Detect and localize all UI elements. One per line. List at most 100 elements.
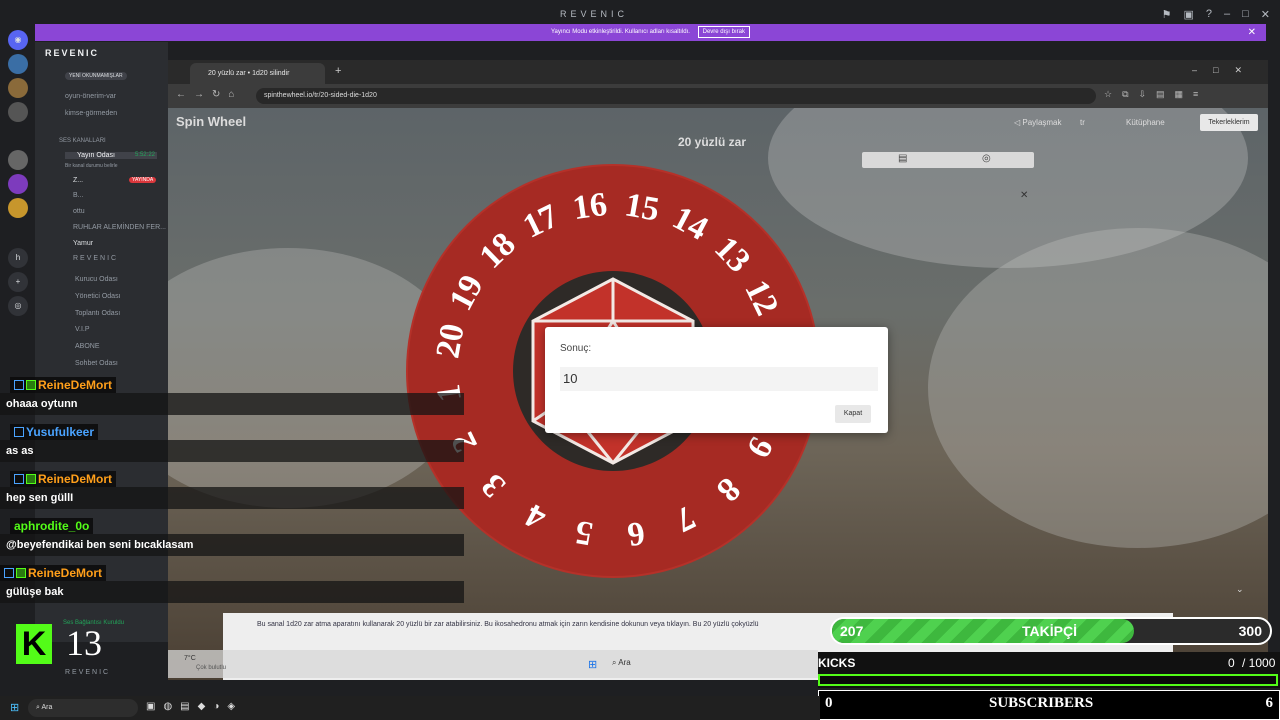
window-controls[interactable]: –□✕ bbox=[1192, 65, 1258, 76]
nav-buttons[interactable]: ←→↻⌂ bbox=[176, 89, 242, 100]
flag-icon[interactable]: ⚑ bbox=[1162, 8, 1172, 21]
streamer-mode-notice: Yayıncı Modu etkinleştirildi. Kullanıcı … bbox=[35, 24, 1266, 41]
minimize-icon[interactable]: – bbox=[1224, 8, 1230, 21]
voice-channel-item[interactable]: Yönetici Odası bbox=[75, 293, 121, 300]
wheel-number: 4 bbox=[519, 495, 552, 537]
wheel-number: 6 bbox=[625, 514, 648, 554]
wheel-number: 7 bbox=[669, 498, 702, 540]
taskbar-search[interactable]: ⌕ Ara bbox=[28, 699, 138, 717]
weather-temp: 7°C bbox=[184, 655, 196, 662]
server-icon[interactable] bbox=[8, 174, 28, 194]
wheel-number: 20 bbox=[428, 321, 472, 362]
description-text: Bu sanal 1d20 zar atma aparatını kullana… bbox=[257, 621, 759, 628]
site-logo[interactable]: Spin Wheel bbox=[176, 114, 246, 129]
server-icon[interactable] bbox=[8, 78, 28, 98]
server-icon[interactable]: h bbox=[8, 248, 28, 268]
close-icon[interactable]: ✕ bbox=[1261, 8, 1270, 21]
wheel-number: 15 bbox=[621, 185, 662, 229]
app-title: REVENIC bbox=[560, 9, 629, 19]
voice-channel-item[interactable]: Sohbet Odası bbox=[75, 360, 118, 367]
wheel-number: 5 bbox=[572, 513, 596, 553]
wheel-number: 2 bbox=[443, 426, 485, 459]
subs-left-value: 0 bbox=[825, 695, 833, 711]
scroll-down-icon[interactable]: ⌄ bbox=[1236, 584, 1244, 595]
page-title: 20 yüzlü zar bbox=[678, 135, 747, 149]
voice-room-active[interactable]: Yayın Odası 5:52:22 bbox=[65, 152, 157, 159]
weather-desc: Çok bulutlu bbox=[196, 665, 227, 671]
notice-close-icon[interactable]: ✕ bbox=[1248, 24, 1256, 41]
server-name[interactable]: REVENIC bbox=[45, 48, 99, 58]
voice-room-status[interactable]: Bir kanal durumu belirle bbox=[65, 163, 118, 169]
inner-search-label: Ara bbox=[618, 658, 631, 667]
server-icon[interactable] bbox=[8, 54, 28, 74]
server-icon[interactable] bbox=[8, 150, 28, 170]
server-icon[interactable] bbox=[8, 198, 28, 218]
voice-member[interactable]: Yamur bbox=[73, 240, 93, 247]
clipboard-icon[interactable]: ▤ bbox=[898, 153, 907, 164]
voice-channels-header[interactable]: SES KANALLARI bbox=[59, 138, 106, 144]
user-panel-name[interactable]: REVENIC bbox=[65, 669, 110, 676]
url-input[interactable]: spinthewheel.io/tr/20-sided-die-1d20 bbox=[256, 88, 1096, 104]
disable-streamer-mode-button[interactable]: Devre dışı bırak bbox=[697, 26, 750, 38]
voice-member[interactable]: ottu bbox=[73, 208, 85, 215]
wheel-toolbar: ▤ ◎ bbox=[862, 152, 1034, 168]
new-unread-badge[interactable]: YENİ OKUNMAMIŞLAR bbox=[65, 72, 127, 80]
share-label: Paylaşmak bbox=[1022, 118, 1062, 127]
windows-taskbar: ⊞ ⌕ Ara ▣◍▤◆◑◈ bbox=[0, 696, 820, 720]
voice-room-timer: 5:52:22 bbox=[134, 152, 155, 158]
voice-channel-item[interactable]: ABONE bbox=[75, 343, 100, 350]
voice-member[interactable]: B... bbox=[73, 192, 84, 199]
tab-bar: 20 yüzlü zar • 1d20 silindir + –□✕ bbox=[168, 60, 1268, 84]
close-panel-icon[interactable]: ✕ bbox=[1020, 190, 1028, 201]
voice-channel-item[interactable]: Toplantı Odası bbox=[75, 310, 120, 317]
library-link[interactable]: Kütüphane bbox=[1126, 118, 1165, 127]
wheel-number: 17 bbox=[517, 197, 564, 246]
voice-connected-status[interactable]: Ses Bağlantısı Kuruldu bbox=[63, 620, 124, 626]
voice-member[interactable]: REVENIC bbox=[73, 255, 118, 262]
add-server-icon[interactable]: + bbox=[8, 272, 28, 292]
server-list: ◉ h + ◎ bbox=[0, 30, 35, 685]
voice-member[interactable]: RUHLAR ALEMİNDEN FER... bbox=[73, 224, 166, 231]
wheel-number: 16 bbox=[570, 185, 610, 227]
browser-window: 20 yüzlü zar • 1d20 silindir + –□✕ ←→↻⌂ … bbox=[168, 60, 1268, 680]
taskbar-app-icons[interactable]: ▣◍▤◆◑◈ bbox=[146, 701, 243, 712]
voice-member[interactable]: Z... bbox=[73, 177, 83, 184]
titlebar-controls: ⚑ ▣ ? – □ ✕ bbox=[1162, 8, 1270, 21]
result-dialog: Sonuç: 10 Kapat bbox=[545, 327, 888, 433]
close-dialog-button[interactable]: Kapat bbox=[835, 405, 871, 423]
browser-tab[interactable]: 20 yüzlü zar • 1d20 silindir bbox=[190, 63, 325, 84]
voice-channel-item[interactable]: V.I.P bbox=[75, 326, 90, 333]
wheel-number: 14 bbox=[666, 199, 715, 249]
result-label: Sonuç: bbox=[560, 343, 592, 354]
wheel-number: 12 bbox=[737, 274, 786, 321]
share-link[interactable]: ◁ Paylaşmak bbox=[1014, 118, 1062, 127]
taskbar-search-label: Ara bbox=[41, 704, 53, 711]
live-badge: YAYINDA bbox=[129, 177, 157, 183]
result-value: 10 bbox=[560, 367, 878, 391]
subs-label: SUBSCRIBERS bbox=[989, 695, 1094, 711]
maximize-icon[interactable]: □ bbox=[1242, 8, 1249, 21]
browser-toolbar-icons[interactable]: ☆⧉⇩▤▦≡ bbox=[1104, 89, 1208, 100]
my-wheels-button[interactable]: Tekerleklerim bbox=[1200, 114, 1258, 131]
address-bar-row: ←→↻⌂ spinthewheel.io/tr/20-sided-die-1d2… bbox=[168, 84, 1268, 108]
discord-home-icon[interactable]: ◉ bbox=[8, 30, 28, 50]
channel-item[interactable]: oyun-önerim-var bbox=[65, 93, 116, 100]
voice-channel-item[interactable]: Kurucu Odası bbox=[75, 276, 118, 283]
explore-icon[interactable]: ◎ bbox=[8, 296, 28, 316]
hide-icon[interactable]: ◎ bbox=[982, 153, 991, 164]
wheel-number: 19 bbox=[442, 268, 492, 316]
server-icon[interactable] bbox=[8, 102, 28, 122]
wheel-number: 1 bbox=[429, 382, 469, 405]
notice-text: Yayıncı Modu etkinleştirildi. Kullanıcı … bbox=[551, 29, 690, 35]
inbox-icon[interactable]: ▣ bbox=[1183, 8, 1193, 21]
windows-start-icon[interactable]: ⊞ bbox=[10, 701, 19, 714]
inner-taskbar: 7°C Çok bulutlu ⊞ ⌕ Ara bbox=[168, 650, 818, 678]
subscribers-goal: 0 SUBSCRIBERS 6 bbox=[818, 690, 1280, 720]
channel-sidebar: REVENIC YENİ OKUNMAMIŞLAR oyun-önerim-va… bbox=[35, 42, 168, 676]
language-select[interactable]: tr bbox=[1080, 118, 1085, 127]
new-tab-icon[interactable]: + bbox=[335, 65, 341, 77]
help-icon[interactable]: ? bbox=[1206, 8, 1212, 21]
channel-item[interactable]: kimse-görmeden bbox=[65, 110, 117, 117]
inner-search-box[interactable]: ⌕ Ara bbox=[612, 658, 631, 668]
windows-start-icon[interactable]: ⊞ bbox=[588, 658, 597, 671]
